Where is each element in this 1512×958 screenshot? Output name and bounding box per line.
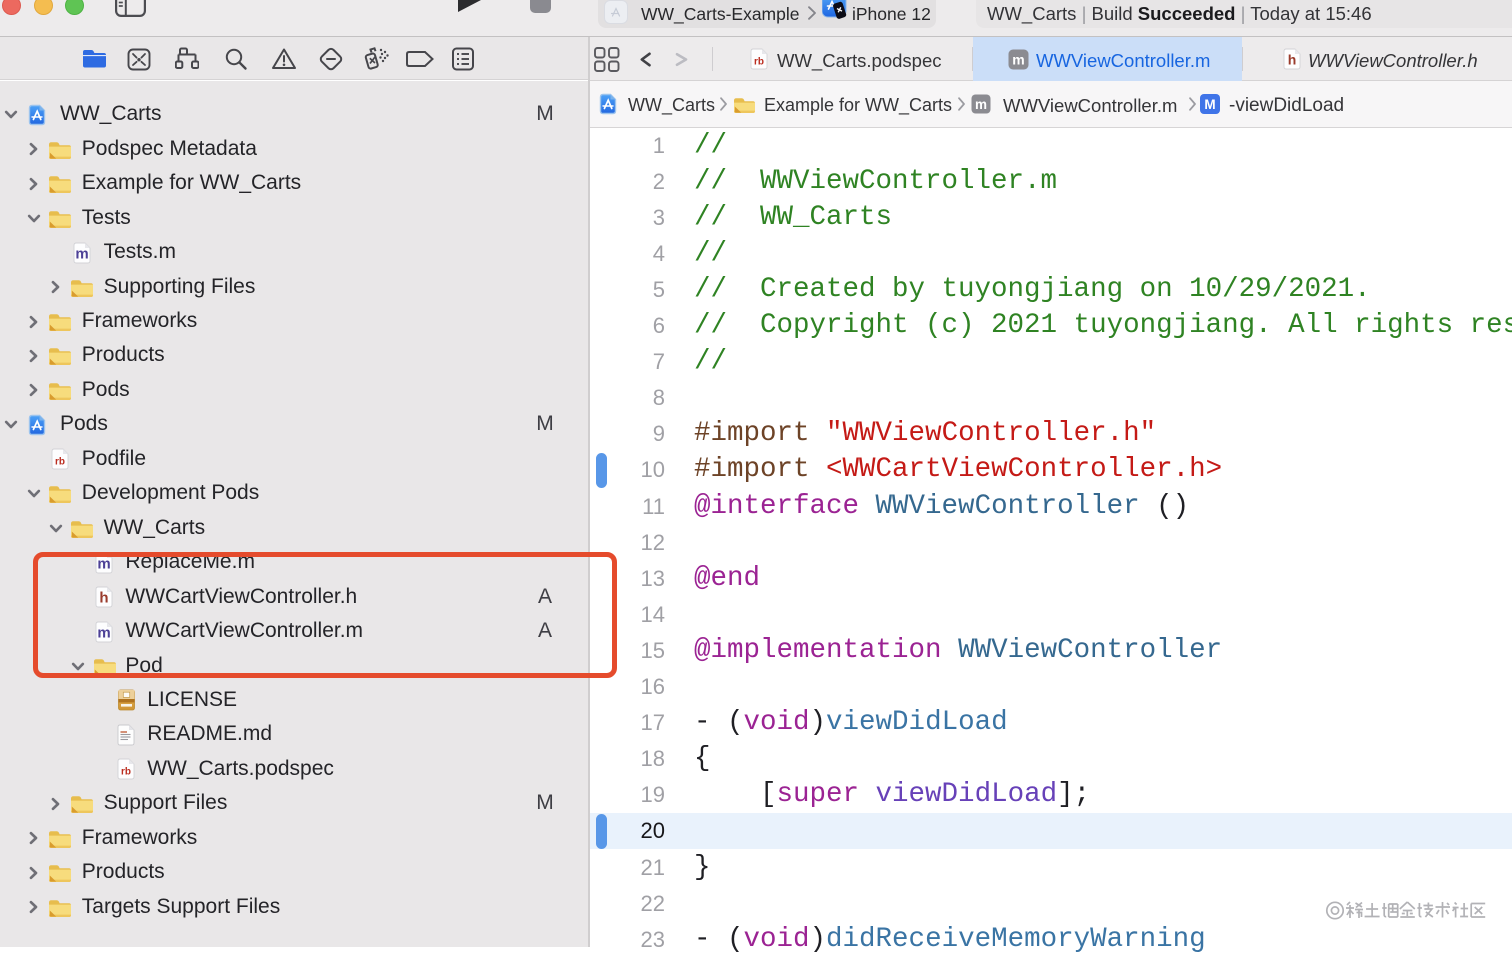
- svg-text:m: m: [1012, 52, 1024, 68]
- svg-text:m: m: [975, 97, 987, 112]
- svg-text:M: M: [1204, 97, 1215, 112]
- svg-text:rb: rb: [55, 457, 65, 468]
- svg-text:m: m: [75, 245, 88, 262]
- svg-text:rb: rb: [121, 767, 131, 778]
- svg-text:rb: rb: [754, 57, 764, 68]
- svg-text:h: h: [1288, 52, 1297, 68]
